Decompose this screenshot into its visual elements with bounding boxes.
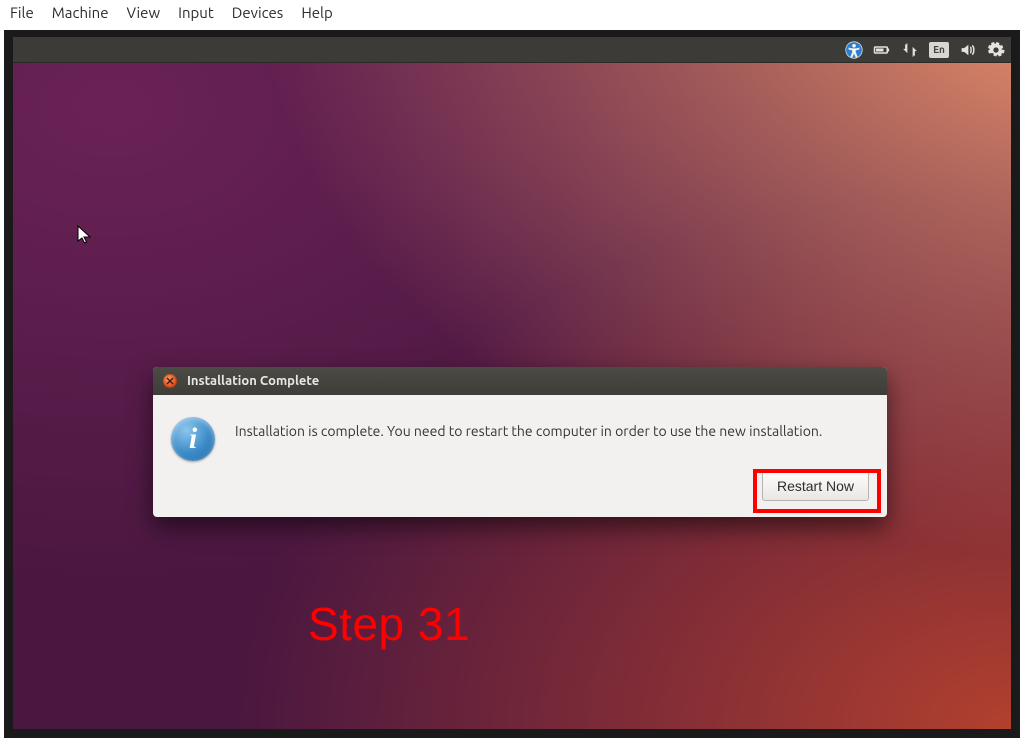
step-label: Step 31 — [308, 597, 470, 651]
dialog-titlebar[interactable]: Installation Complete — [153, 367, 887, 395]
virtualbox-menu-bar: File Machine View Input Devices Help — [0, 0, 1024, 26]
dialog-body: i Installation is complete. You need to … — [153, 395, 887, 471]
ubuntu-top-panel: En — [13, 37, 1011, 63]
gear-icon[interactable] — [987, 41, 1005, 59]
menu-view[interactable]: View — [127, 4, 161, 21]
menu-machine[interactable]: Machine — [52, 4, 109, 21]
vm-viewport: En — [4, 30, 1020, 738]
menu-help[interactable]: Help — [301, 4, 332, 21]
install-complete-dialog: Installation Complete i Installation is … — [153, 367, 887, 517]
dialog-actions: Restart Now — [153, 471, 887, 517]
accessibility-icon[interactable] — [845, 41, 863, 59]
dialog-message: Installation is complete. You need to re… — [235, 417, 869, 439]
info-icon: i — [171, 417, 215, 461]
menu-devices[interactable]: Devices — [232, 4, 284, 21]
volume-icon[interactable] — [959, 41, 977, 59]
restart-now-button[interactable]: Restart Now — [762, 471, 869, 501]
mouse-cursor — [77, 225, 91, 245]
close-icon[interactable] — [163, 374, 177, 388]
ubuntu-desktop: En — [13, 37, 1011, 729]
language-indicator[interactable]: En — [929, 42, 949, 58]
menu-input[interactable]: Input — [178, 4, 214, 21]
battery-icon[interactable] — [873, 41, 891, 59]
network-icon[interactable] — [901, 41, 919, 59]
menu-file[interactable]: File — [10, 4, 34, 21]
dialog-title: Installation Complete — [187, 374, 319, 388]
